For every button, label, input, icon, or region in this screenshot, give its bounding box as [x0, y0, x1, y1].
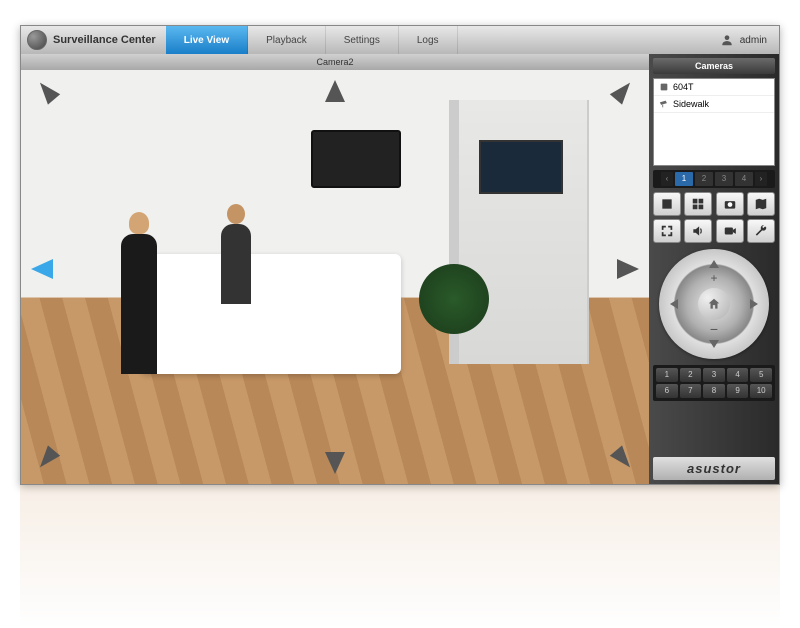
reflection-decoration	[20, 485, 780, 625]
preset-8-button[interactable]: 8	[703, 384, 725, 398]
ptz-arrow-right-icon[interactable]	[617, 259, 639, 279]
fullscreen-icon	[660, 224, 674, 238]
camera-item-sidewalk[interactable]: Sidewalk	[654, 96, 774, 113]
brand-logo: asustor	[653, 457, 775, 480]
layout-4-button[interactable]: 4	[735, 172, 753, 186]
layout-3-button[interactable]: 3	[715, 172, 733, 186]
fullscreen-button[interactable]	[653, 219, 681, 243]
home-icon	[707, 297, 721, 311]
tab-live-view[interactable]: Live View	[166, 26, 248, 54]
ptz-wheel-right-icon[interactable]	[750, 299, 763, 309]
video-feed[interactable]	[21, 70, 649, 484]
app-title: Surveillance Center	[53, 34, 156, 46]
preset-1-button[interactable]: 1	[656, 368, 678, 382]
preset-4-button[interactable]: 4	[727, 368, 749, 382]
ptz-arrow-left-icon[interactable]	[31, 259, 53, 279]
camera-list: 604T Sidewalk	[653, 78, 775, 166]
nav-tabs: Live View Playback Settings Logs	[166, 26, 458, 54]
camera-item-label: 604T	[673, 82, 694, 92]
preset-10-button[interactable]: 10	[750, 384, 772, 398]
ptz-wheel-left-icon[interactable]	[665, 299, 678, 309]
layout-next-icon[interactable]: ›	[755, 172, 767, 186]
preset-3-button[interactable]: 3	[703, 368, 725, 382]
tab-playback[interactable]: Playback	[248, 26, 326, 54]
control-buttons	[653, 192, 775, 243]
camera-icon	[723, 197, 737, 211]
preset-grid: 1 2 3 4 5 6 7 8 9 10	[653, 365, 775, 401]
e-map-button[interactable]	[747, 192, 775, 216]
record-button[interactable]	[716, 219, 744, 243]
preset-9-button[interactable]: 9	[727, 384, 749, 398]
layout-2-button[interactable]: 2	[695, 172, 713, 186]
map-icon	[754, 197, 768, 211]
camera-item-604t[interactable]: 604T	[654, 79, 774, 96]
layout-1-button[interactable]: 1	[675, 172, 693, 186]
layout-selector: ‹ 1 2 3 4 ›	[653, 170, 775, 188]
content-area: Camera2 Cameras	[21, 54, 779, 484]
video-area: Camera2	[21, 54, 649, 484]
snapshot-button[interactable]	[716, 192, 744, 216]
preset-5-button[interactable]: 5	[750, 368, 772, 382]
tab-settings[interactable]: Settings	[326, 26, 399, 54]
user-area[interactable]: admin	[720, 33, 767, 47]
ptz-wheel-down-icon[interactable]	[709, 340, 719, 353]
ptz-arrow-up-icon[interactable]	[325, 80, 345, 102]
single-view-button[interactable]	[653, 192, 681, 216]
speaker-icon	[691, 224, 705, 238]
user-name: admin	[740, 35, 767, 46]
sidebar-panel: Cameras 604T Sidewalk ‹ 1 2 3 4 ›	[649, 54, 779, 484]
camera-icon	[659, 99, 669, 109]
ptz-arrow-down-icon[interactable]	[325, 452, 345, 474]
wrench-icon	[754, 224, 768, 238]
preset-6-button[interactable]: 6	[656, 384, 678, 398]
ptz-wheel: + −	[659, 249, 769, 359]
layout-prev-icon[interactable]: ‹	[661, 172, 673, 186]
tab-logs[interactable]: Logs	[399, 26, 458, 54]
nas-icon	[659, 82, 669, 92]
app-icon	[27, 30, 47, 50]
quad-view-button[interactable]	[684, 192, 712, 216]
single-view-icon	[660, 197, 674, 211]
zoom-in-button[interactable]: +	[710, 271, 717, 285]
preset-7-button[interactable]: 7	[680, 384, 702, 398]
app-window: Surveillance Center Live View Playback S…	[20, 25, 780, 485]
quad-view-icon	[691, 197, 705, 211]
settings-button[interactable]	[747, 219, 775, 243]
camera-item-label: Sidewalk	[673, 99, 709, 109]
camera-title: Camera2	[21, 54, 649, 70]
zoom-out-button[interactable]: −	[710, 321, 718, 337]
record-icon	[723, 224, 737, 238]
cameras-panel-title: Cameras	[653, 58, 775, 74]
user-icon	[720, 33, 734, 47]
audio-button[interactable]	[684, 219, 712, 243]
ptz-wheel-up-icon[interactable]	[709, 255, 719, 268]
ptz-home-button[interactable]	[698, 288, 730, 320]
header-bar: Surveillance Center Live View Playback S…	[21, 26, 779, 54]
preset-2-button[interactable]: 2	[680, 368, 702, 382]
